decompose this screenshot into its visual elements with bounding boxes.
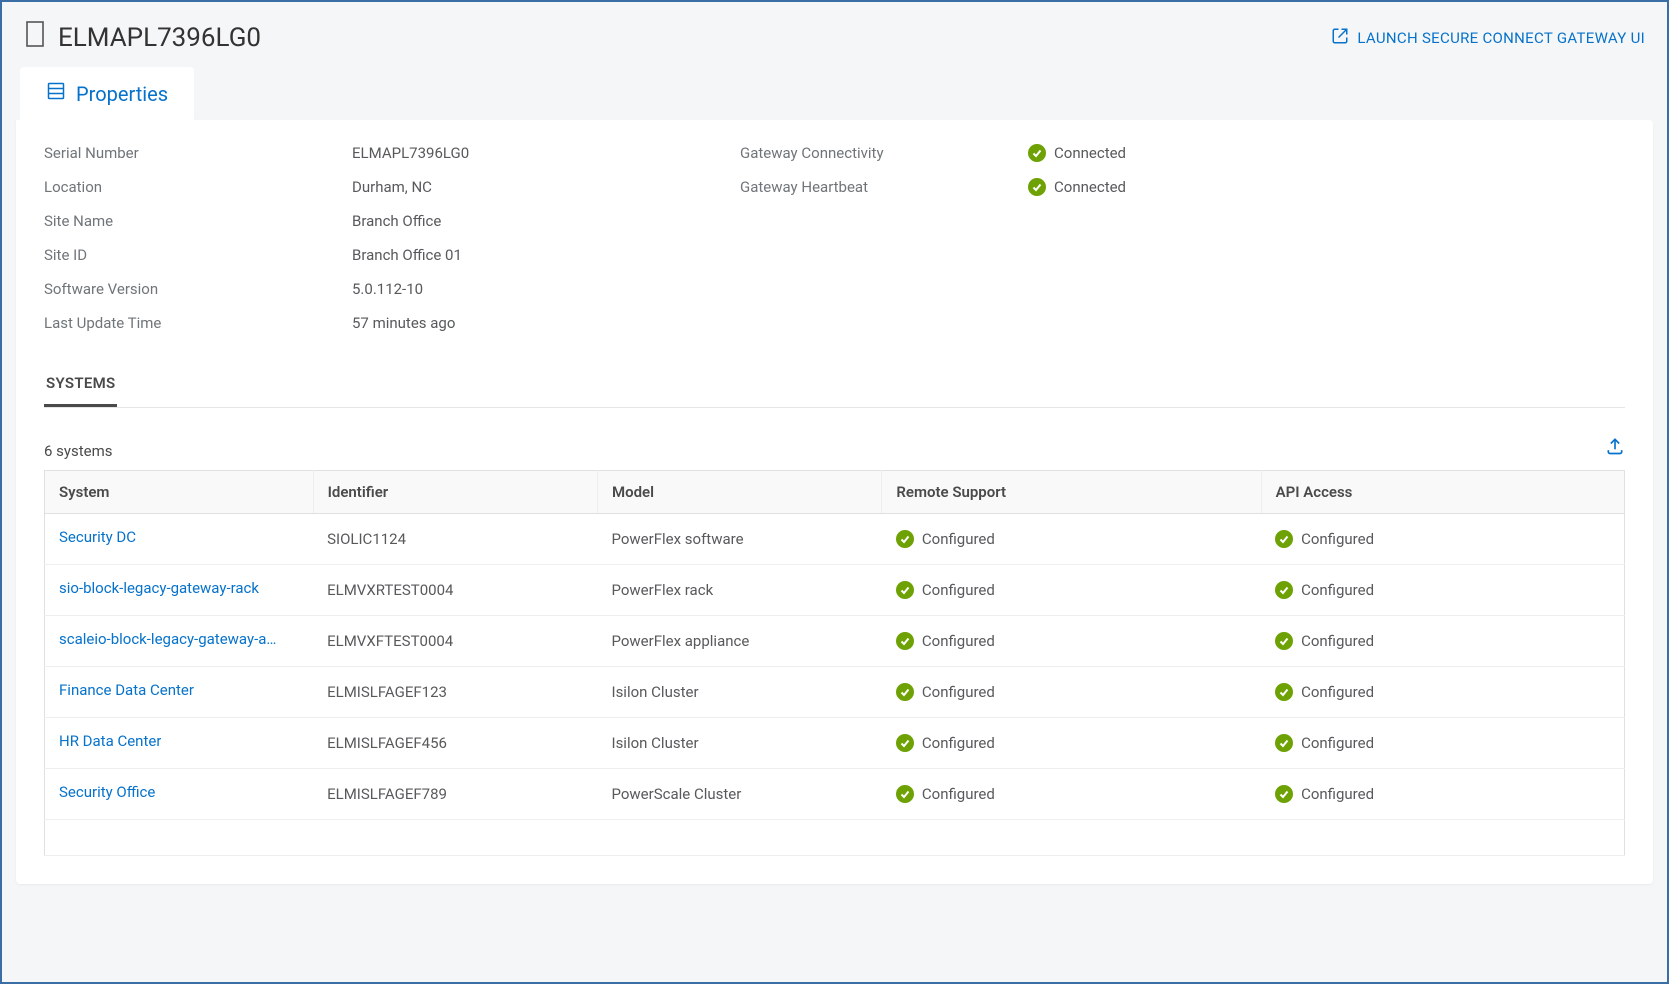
launch-link-label: LAUNCH SECURE CONNECT GATEWAY UI [1357, 29, 1645, 47]
cell-remote-support: Configured [896, 632, 1247, 650]
external-link-icon [1331, 27, 1349, 49]
gateway-connectivity-text: Connected [1054, 144, 1126, 162]
gateway-heartbeat-text: Connected [1054, 178, 1126, 196]
label-site-name: Site Name [44, 212, 344, 230]
table-row-blank [45, 820, 1625, 856]
table-row: Security DC SIOLIC1124 PowerFlex softwar… [45, 514, 1625, 565]
label-last-update-time: Last Update Time [44, 314, 344, 332]
properties-panel: Serial Number ELMAPL7396LG0 Gateway Conn… [16, 120, 1653, 884]
cell-identifier: ELMISLFAGEF789 [313, 769, 597, 820]
col-header-identifier[interactable]: Identifier [313, 471, 597, 514]
table-row: scaleio-block-legacy-gateway-ap… ELMVXFT… [45, 616, 1625, 667]
cell-api-access: Configured [1275, 530, 1610, 548]
table-row: Security Office ELMISLFAGEF789 PowerScal… [45, 769, 1625, 820]
check-icon [1275, 581, 1293, 599]
export-icon [1605, 444, 1625, 460]
value-gateway-connectivity: Connected [1028, 144, 1625, 162]
label-gateway-heartbeat: Gateway Heartbeat [740, 178, 1020, 196]
label-site-id: Site ID [44, 246, 344, 264]
label-serial-number: Serial Number [44, 144, 344, 162]
subtab-systems[interactable]: SYSTEMS [44, 360, 117, 407]
system-link[interactable]: Security DC [59, 528, 136, 546]
cell-identifier: ELMVXFTEST0004 [313, 616, 597, 667]
cell-api-access: Configured [1275, 581, 1610, 599]
value-serial-number: ELMAPL7396LG0 [352, 144, 732, 162]
launch-gateway-ui-link[interactable]: LAUNCH SECURE CONNECT GATEWAY UI [1331, 27, 1645, 49]
cell-remote-support: Configured [896, 683, 1247, 701]
check-icon [1275, 530, 1293, 548]
check-icon [896, 530, 914, 548]
cell-model: PowerFlex software [597, 514, 881, 565]
value-site-id: Branch Office 01 [352, 246, 732, 264]
cell-remote-support: Configured [896, 785, 1247, 803]
cell-model: Isilon Cluster [597, 718, 881, 769]
table-row: HR Data Center ELMISLFAGEF456 Isilon Clu… [45, 718, 1625, 769]
check-icon [1275, 734, 1293, 752]
cell-model: Isilon Cluster [597, 667, 881, 718]
check-icon [896, 683, 914, 701]
cell-model: PowerScale Cluster [597, 769, 881, 820]
value-gateway-heartbeat: Connected [1028, 178, 1625, 196]
systems-table: System Identifier Model Remote Support A… [44, 470, 1625, 856]
value-last-update-time: 57 minutes ago [352, 314, 732, 332]
page-title-block: ELMAPL7396LG0 [24, 20, 261, 55]
systems-count: 6 systems [44, 442, 113, 460]
check-icon [1275, 683, 1293, 701]
system-link[interactable]: Security Office [59, 783, 155, 801]
system-link[interactable]: HR Data Center [59, 732, 161, 750]
cell-identifier: SIOLIC1124 [313, 514, 597, 565]
page-title: ELMAPL7396LG0 [58, 23, 261, 53]
value-location: Durham, NC [352, 178, 732, 196]
col-header-api-access[interactable]: API Access [1261, 471, 1624, 514]
cell-identifier: ELMVXRTEST0004 [313, 565, 597, 616]
cell-model: PowerFlex appliance [597, 616, 881, 667]
col-header-system[interactable]: System [45, 471, 314, 514]
cell-model: PowerFlex rack [597, 565, 881, 616]
cell-api-access: Configured [1275, 734, 1610, 752]
cell-remote-support: Configured [896, 734, 1247, 752]
system-link[interactable]: scaleio-block-legacy-gateway-ap… [59, 630, 279, 648]
system-link[interactable]: sio-block-legacy-gateway-rack [59, 579, 259, 597]
cell-identifier: ELMISLFAGEF123 [313, 667, 597, 718]
check-icon [1275, 785, 1293, 803]
check-icon [896, 581, 914, 599]
cell-api-access: Configured [1275, 632, 1610, 650]
col-header-model[interactable]: Model [597, 471, 881, 514]
properties-icon [46, 81, 66, 106]
check-icon [1028, 144, 1046, 162]
col-header-remote-support[interactable]: Remote Support [882, 471, 1261, 514]
server-icon [24, 20, 46, 55]
cell-remote-support: Configured [896, 530, 1247, 548]
cell-remote-support: Configured [896, 581, 1247, 599]
check-icon [896, 734, 914, 752]
label-gateway-connectivity: Gateway Connectivity [740, 144, 1020, 162]
properties-grid: Serial Number ELMAPL7396LG0 Gateway Conn… [44, 144, 1625, 332]
tab-properties-label: Properties [76, 82, 168, 106]
label-location: Location [44, 178, 344, 196]
cell-api-access: Configured [1275, 683, 1610, 701]
export-button[interactable] [1605, 436, 1625, 460]
table-row: sio-block-legacy-gateway-rack ELMVXRTEST… [45, 565, 1625, 616]
check-icon [1028, 178, 1046, 196]
tab-properties[interactable]: Properties [20, 67, 194, 120]
cell-api-access: Configured [1275, 785, 1610, 803]
system-link[interactable]: Finance Data Center [59, 681, 194, 699]
value-site-name: Branch Office [352, 212, 732, 230]
cell-identifier: ELMISLFAGEF456 [313, 718, 597, 769]
check-icon [1275, 632, 1293, 650]
value-software-version: 5.0.112-10 [352, 280, 732, 298]
check-icon [896, 632, 914, 650]
check-icon [896, 785, 914, 803]
label-software-version: Software Version [44, 280, 344, 298]
table-row: Finance Data Center ELMISLFAGEF123 Isilo… [45, 667, 1625, 718]
